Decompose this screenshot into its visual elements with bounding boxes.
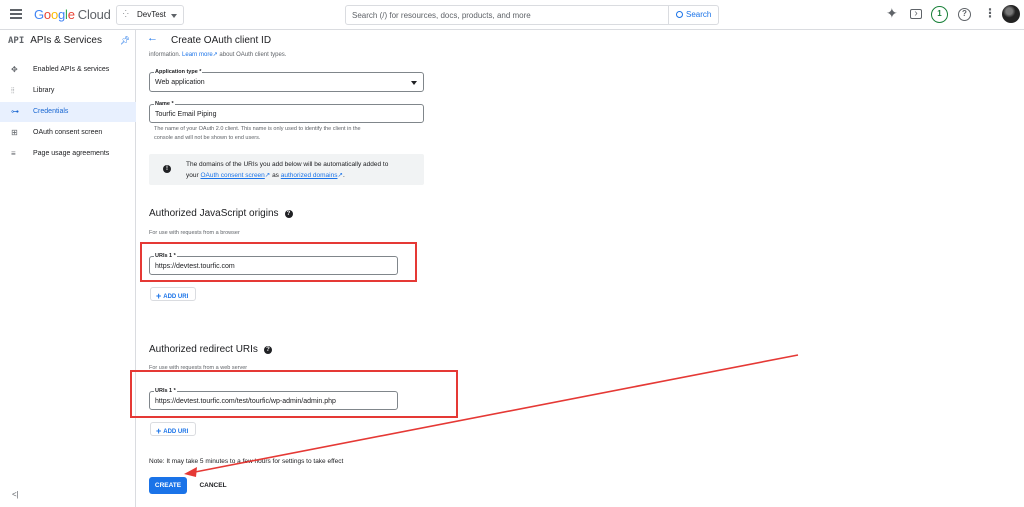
page-header: ← Create OAuth client ID bbox=[137, 30, 1024, 50]
gemini-sparkle-icon[interactable]: ✦ bbox=[886, 5, 898, 22]
annotation-arrow-head bbox=[184, 467, 197, 477]
main-menu-icon[interactable] bbox=[10, 9, 22, 19]
authorized-domains-link[interactable]: authorized domains bbox=[281, 172, 338, 179]
add-js-origin-uri-button[interactable]: + ADD URI bbox=[150, 287, 196, 301]
js-origins-subtitle: For use with requests from a browser bbox=[149, 230, 240, 236]
pin-icon[interactable]: 📌︎ bbox=[120, 36, 130, 45]
create-button[interactable]: CREATE bbox=[149, 477, 187, 494]
oauth-consent-link[interactable]: OAuth consent screen bbox=[200, 172, 264, 179]
annotation-highlight-js-origins bbox=[140, 242, 417, 282]
external-link-icon: ↗ bbox=[264, 172, 271, 179]
search-icon bbox=[676, 11, 683, 18]
application-type-label: Application type * bbox=[154, 69, 203, 75]
plus-icon: + bbox=[156, 291, 162, 301]
sidebar: API APIs & Services 📌︎ ✥ Enabled APIs & se… bbox=[0, 30, 136, 507]
hub-icon: ✥ bbox=[11, 65, 18, 74]
name-hint: The name of your OAuth 2.0 client. This … bbox=[154, 126, 361, 141]
propagation-note: Note: It may take 5 minutes to a few hou… bbox=[149, 458, 344, 465]
intro-text: information. Learn more↗ about OAuth cli… bbox=[149, 52, 287, 58]
chevron-down-icon bbox=[171, 14, 177, 18]
help-icon[interactable]: ? bbox=[958, 8, 971, 21]
search-input[interactable] bbox=[352, 8, 662, 23]
name-field[interactable]: Name * Tourfic Email Piping bbox=[149, 101, 424, 123]
notifications-badge[interactable]: 1 bbox=[931, 6, 948, 23]
dropdown-arrow-icon bbox=[411, 81, 417, 85]
redirect-uris-heading: Authorized redirect URIs? bbox=[149, 344, 272, 355]
info-text: The domains of the URIs you add below wi… bbox=[186, 161, 389, 179]
name-value: Tourfic Email Piping bbox=[155, 111, 217, 118]
api-icon: API bbox=[8, 36, 25, 46]
annotation-highlight-redirect-uris bbox=[130, 370, 458, 418]
application-type-value: Web application bbox=[155, 79, 205, 86]
key-icon: ⊶ bbox=[11, 107, 19, 116]
cancel-button[interactable]: CANCEL bbox=[193, 477, 233, 494]
back-arrow-icon[interactable]: ← bbox=[147, 32, 158, 44]
page-title: Create OAuth client ID bbox=[171, 35, 272, 46]
add-redirect-uri-button[interactable]: + ADD URI bbox=[150, 422, 196, 436]
js-origins-heading: Authorized JavaScript origins? bbox=[149, 208, 293, 219]
info-box: ! The domains of the URIs you add below … bbox=[149, 154, 424, 185]
collapse-sidebar-icon[interactable]: <| bbox=[12, 490, 19, 499]
agreements-icon: ≡ bbox=[11, 149, 16, 158]
top-bar: GoogleCloud ⁛ DevTest Search ✦ › 1 ? ⋮ bbox=[0, 0, 1024, 30]
sidebar-item-oauth-consent[interactable]: ⊞ OAuth consent screen bbox=[0, 123, 136, 143]
google-cloud-logo[interactable]: Google Cloud bbox=[34, 7, 111, 22]
application-type-select[interactable]: Application type * Web application bbox=[149, 69, 424, 92]
sidebar-title: APIs & Services bbox=[30, 35, 102, 46]
info-icon: ! bbox=[163, 165, 171, 173]
search-bar[interactable]: Search bbox=[345, 5, 719, 25]
library-icon: ⦙⦙ bbox=[11, 86, 15, 95]
help-icon[interactable]: ? bbox=[284, 210, 293, 218]
help-icon[interactable]: ? bbox=[263, 346, 272, 354]
sidebar-item-enabled-apis[interactable]: ✥ Enabled APIs & services bbox=[0, 60, 136, 80]
external-link-icon: ↗ bbox=[212, 52, 218, 58]
account-avatar[interactable] bbox=[1002, 5, 1020, 23]
project-icon: ⁛ bbox=[123, 11, 129, 18]
consent-icon: ⊞ bbox=[11, 128, 18, 137]
sidebar-item-page-usage[interactable]: ≡ Page usage agreements bbox=[0, 144, 136, 164]
plus-icon: + bbox=[156, 426, 162, 436]
project-selector[interactable]: ⁛ DevTest bbox=[116, 5, 184, 25]
learn-more-link[interactable]: Learn more bbox=[182, 52, 213, 58]
sidebar-item-library[interactable]: ⦙⦙ Library bbox=[0, 81, 136, 101]
more-vert-icon[interactable]: ⋮ bbox=[984, 6, 996, 20]
project-name: DevTest bbox=[137, 10, 166, 19]
sidebar-header: API APIs & Services bbox=[8, 35, 102, 46]
search-button[interactable]: Search bbox=[668, 6, 718, 24]
cloud-shell-icon[interactable]: › bbox=[910, 9, 922, 19]
name-label: Name * bbox=[154, 101, 175, 107]
sidebar-item-credentials[interactable]: ⊶ Credentials bbox=[0, 102, 136, 122]
